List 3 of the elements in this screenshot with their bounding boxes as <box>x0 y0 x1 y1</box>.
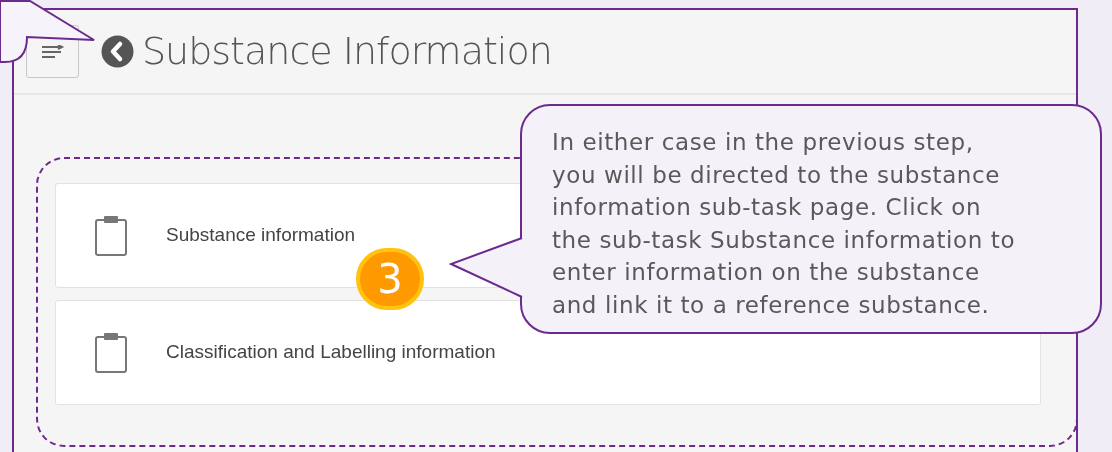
page-title: Substance Information <box>142 28 552 75</box>
subtask-label: Classification and Labelling information <box>166 340 496 365</box>
subtask-label: Substance information <box>166 223 356 248</box>
